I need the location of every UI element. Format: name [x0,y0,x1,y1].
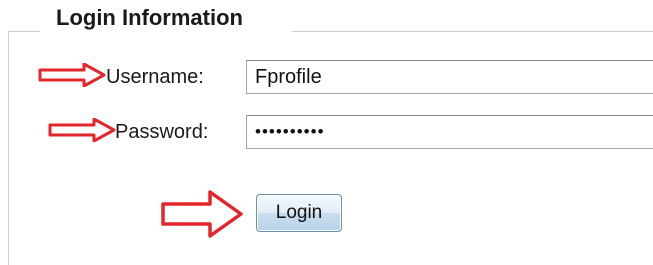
login-button[interactable]: Login [256,194,342,232]
fieldset-border-left [8,31,9,265]
password-input[interactable] [246,115,653,149]
right-arrow-icon [48,118,116,142]
right-arrow-icon [160,190,244,238]
username-input[interactable] [246,60,653,94]
login-information-panel: Login Information Username: Password: Lo… [0,0,653,265]
right-arrow-icon [38,63,106,87]
fieldset-legend: Login Information [56,5,243,30]
fieldset-border-top-left [8,31,40,32]
password-label: Password: [115,121,209,143]
username-label: Username: [106,66,204,88]
fieldset-border-top-right [292,31,653,32]
